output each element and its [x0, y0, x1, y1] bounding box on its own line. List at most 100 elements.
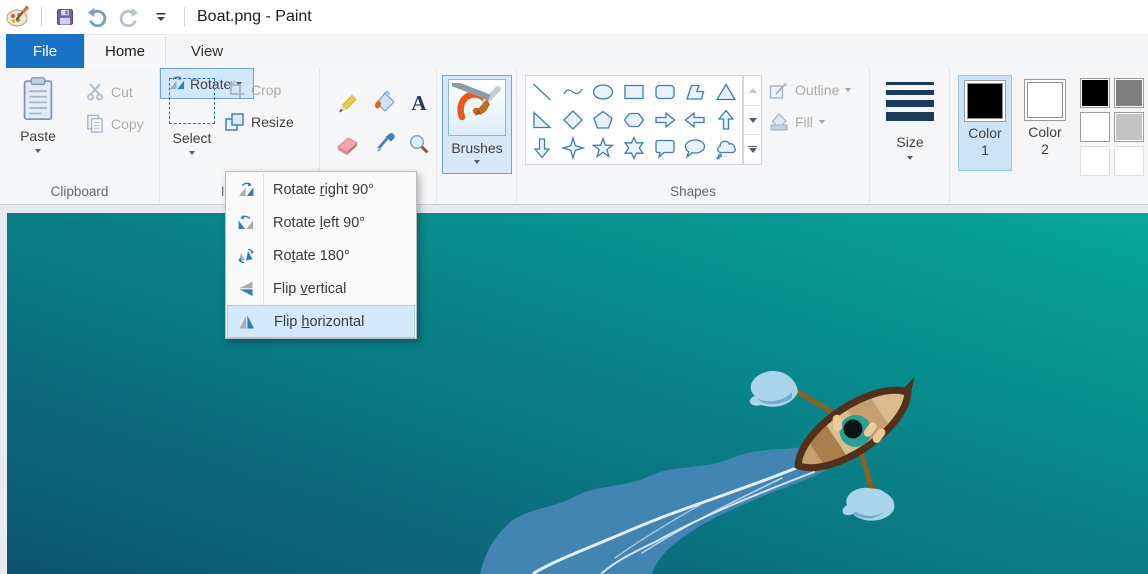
menu-item-rotate-180[interactable]: Rotate 180° [227, 239, 415, 272]
palette-swatch-light-gray[interactable] [1114, 112, 1144, 142]
color-picker-tool-button[interactable] [372, 131, 398, 157]
shape-curve-icon[interactable] [558, 78, 589, 106]
color2-button[interactable]: Color 2 [1018, 75, 1072, 171]
svg-text:A: A [411, 91, 427, 115]
color1-swatch [964, 80, 1006, 122]
shape-pentagon-icon[interactable] [588, 106, 619, 134]
resize-icon [224, 112, 245, 132]
group-brushes: Brushes [437, 68, 517, 204]
shape-rectangle-icon[interactable] [619, 78, 650, 106]
paint-window: Boat.png - Paint File Home View Paste [0, 0, 1148, 574]
size-dropdown-caret [907, 156, 913, 160]
fill-bucket-icon [373, 90, 398, 115]
resize-button[interactable]: Resize [224, 112, 294, 132]
flip-horizontal-icon [228, 313, 265, 331]
shapes-more-icon [748, 146, 757, 154]
shape-triangle-icon[interactable] [710, 78, 741, 106]
shape-diamond-icon[interactable] [558, 106, 589, 134]
outline-button[interactable]: Outline [769, 80, 851, 100]
pencil-tool-button[interactable] [334, 91, 360, 117]
shape-polygon-icon[interactable] [680, 78, 711, 106]
tab-home[interactable]: Home [84, 34, 166, 68]
eraser-tool-button[interactable] [334, 132, 360, 158]
toolbar-options-icon[interactable] [148, 4, 174, 30]
rotate-dropdown-menu: Rotate right 90° Rotate left 90° [225, 171, 417, 339]
palette-swatch-black[interactable] [1080, 78, 1110, 108]
clipboard-group-label: Clipboard [0, 184, 159, 199]
shape-line-icon[interactable] [527, 78, 558, 106]
shape-right-triangle-icon[interactable] [527, 106, 558, 134]
shapes-scroll-up-button[interactable] [744, 76, 761, 106]
menu-item-flip-horizontal[interactable]: Flip horizontal [227, 305, 415, 338]
undo-icon[interactable] [84, 4, 110, 30]
text-icon: A [407, 91, 431, 115]
text-tool-button[interactable]: A [406, 90, 432, 116]
palette-swatch-white[interactable] [1080, 112, 1110, 142]
shape-arrow-left-icon[interactable] [680, 106, 711, 134]
copy-label: Copy [111, 116, 144, 132]
magnifier-icon [407, 133, 431, 157]
menu-item-rotate-right-90[interactable]: Rotate right 90° [227, 173, 415, 206]
paste-label: Paste [20, 128, 56, 144]
cut-button[interactable]: Cut [86, 82, 133, 101]
brushes-button[interactable]: Brushes [442, 75, 512, 174]
shapes-more-button[interactable] [744, 135, 761, 164]
title-bar: Boat.png - Paint [0, 0, 1148, 34]
shape-star-4-icon[interactable] [558, 134, 589, 162]
color-palette [1080, 78, 1148, 176]
redo-icon[interactable] [116, 4, 142, 30]
rotate-180-icon [227, 247, 264, 265]
shape-callout-oval-icon[interactable] [680, 134, 711, 162]
cut-icon [86, 82, 105, 101]
group-size: Size [870, 68, 950, 204]
eraser-icon [335, 133, 360, 157]
magnifier-tool-button[interactable] [406, 132, 432, 158]
group-colors: Color 1 Color 2 [950, 68, 1148, 204]
menu-item-flip-vertical[interactable]: Flip vertical [227, 272, 415, 305]
paste-icon [19, 76, 57, 122]
shapes-scroll-down-button[interactable] [744, 106, 761, 136]
palette-swatch-empty-slot[interactable] [1114, 146, 1144, 176]
save-icon[interactable] [52, 4, 78, 30]
shape-ellipse-icon[interactable] [588, 78, 619, 106]
color1-button[interactable]: Color 1 [958, 75, 1012, 171]
copy-button[interactable]: Copy [84, 113, 144, 134]
fill-button[interactable]: Fill [769, 112, 825, 132]
outline-icon [769, 80, 789, 100]
drawing-canvas[interactable] [7, 213, 1148, 574]
select-dropdown-caret [189, 151, 195, 155]
divider [41, 7, 42, 27]
crop-label: Crop [251, 82, 281, 98]
group-shapes: Outline Fill Shapes [517, 68, 870, 204]
shape-hexagon-icon[interactable] [619, 106, 650, 134]
color1-label: Color 1 [968, 125, 1001, 159]
palette-swatch-gray[interactable] [1114, 78, 1144, 108]
palette-swatch-empty-slot[interactable] [1080, 146, 1110, 176]
paste-button[interactable]: Paste [10, 76, 66, 176]
shape-star-5-icon[interactable] [588, 134, 619, 162]
shape-callout-rounded-icon[interactable] [649, 134, 680, 162]
shape-star-6-icon[interactable] [619, 134, 650, 162]
group-clipboard: Paste Cut Co [0, 68, 160, 204]
fill-icon [769, 112, 789, 132]
shape-arrow-right-icon[interactable] [649, 106, 680, 134]
shape-arrow-down-icon[interactable] [527, 134, 558, 162]
outline-dropdown-caret [845, 88, 851, 92]
tab-view[interactable]: View [166, 34, 248, 68]
tab-file[interactable]: File [6, 34, 84, 68]
paint-logo-icon[interactable] [5, 4, 31, 30]
shape-arrow-up-icon[interactable] [710, 106, 741, 134]
flip-vertical-icon [227, 280, 264, 298]
fill-tool-button[interactable] [372, 89, 398, 115]
size-button[interactable]: Size [882, 76, 938, 176]
scroll-down-icon [749, 118, 757, 123]
brushes-label: Brushes [451, 140, 502, 156]
crop-icon [226, 80, 245, 99]
menu-item-rotate-left-90[interactable]: Rotate left 90° [227, 206, 415, 239]
select-button[interactable]: Select [166, 78, 218, 176]
shape-callout-cloud-icon[interactable] [710, 134, 741, 162]
select-icon [169, 78, 215, 124]
brush-icon [448, 79, 506, 136]
shape-rounded-rectangle-icon[interactable] [649, 78, 680, 106]
crop-button[interactable]: Crop [226, 80, 281, 99]
